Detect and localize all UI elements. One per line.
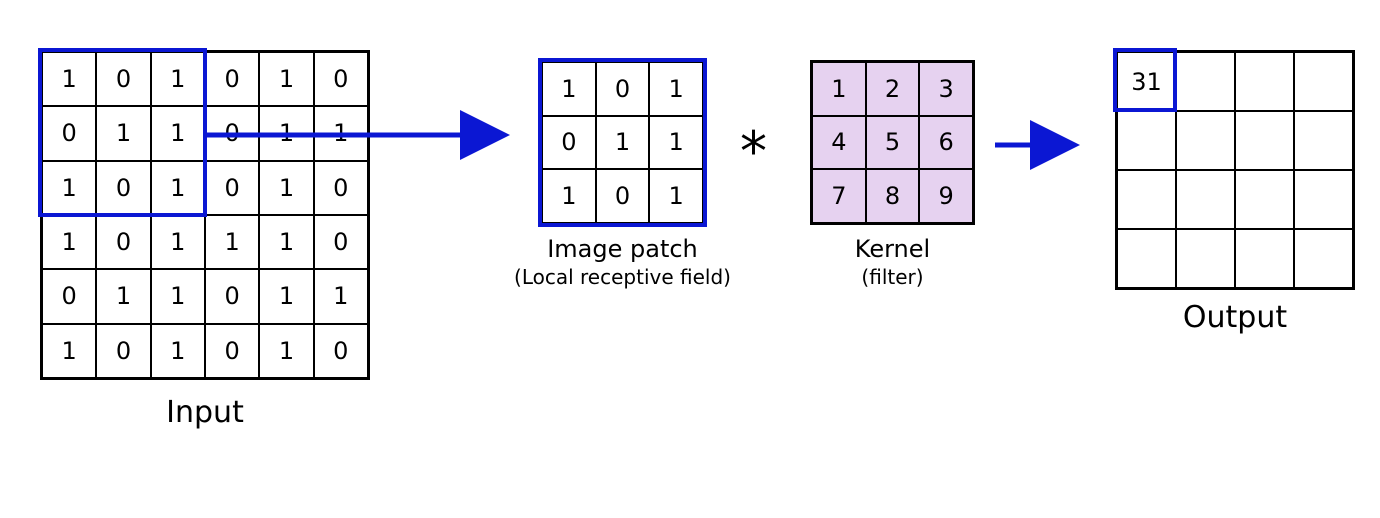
kernel-label-text: Kernel	[855, 235, 930, 263]
patch-cell: 1	[649, 62, 703, 116]
patch-cell: 0	[596, 62, 650, 116]
input-cell: 1	[151, 161, 205, 215]
output-cell	[1235, 170, 1294, 229]
kernel-cell: 4	[812, 116, 866, 170]
patch-cell: 1	[649, 116, 703, 170]
input-cell: 1	[42, 52, 96, 106]
input-cell: 0	[314, 324, 368, 378]
input-cell: 1	[151, 215, 205, 269]
input-cell: 0	[205, 269, 259, 323]
input-cell: 1	[259, 52, 313, 106]
convolution-operator: *	[740, 120, 767, 183]
output-cell	[1176, 229, 1235, 288]
kernel-sublabel: (filter)	[810, 265, 975, 289]
input-cell: 1	[314, 269, 368, 323]
input-grid: 101010011011101010101110011011101010	[40, 50, 370, 380]
input-cell: 0	[96, 52, 150, 106]
input-cell: 0	[42, 269, 96, 323]
image-patch-grid: 101011101	[540, 60, 705, 225]
output-cell	[1117, 111, 1176, 170]
output-cell: 31	[1117, 52, 1176, 111]
image-patch-label-text: Image patch	[547, 235, 698, 263]
input-cell: 1	[259, 215, 313, 269]
input-cell: 1	[259, 324, 313, 378]
output-cell	[1294, 229, 1353, 288]
arrow-kernel-to-output	[995, 130, 1095, 160]
input-cell: 1	[42, 161, 96, 215]
output-label-text: Output	[1183, 300, 1287, 335]
input-cell: 0	[42, 106, 96, 160]
patch-cell: 0	[596, 169, 650, 223]
operator-symbol: *	[740, 120, 767, 183]
output-cell	[1294, 170, 1353, 229]
patch-cell: 1	[542, 169, 596, 223]
input-cell: 1	[151, 269, 205, 323]
kernel-label: Kernel (filter)	[810, 235, 975, 289]
input-cell: 1	[96, 269, 150, 323]
kernel-cell: 9	[919, 169, 973, 223]
input-cell: 1	[205, 215, 259, 269]
input-cell: 0	[205, 161, 259, 215]
kernel-cell: 5	[866, 116, 920, 170]
patch-cell: 1	[649, 169, 703, 223]
kernel-cell: 2	[866, 62, 920, 116]
image-patch-sublabel: (Local receptive field)	[490, 265, 755, 289]
input-cell: 0	[314, 215, 368, 269]
output-cell	[1235, 229, 1294, 288]
output-grid: 31	[1115, 50, 1355, 290]
input-cell: 1	[96, 106, 150, 160]
input-label: Input	[40, 395, 370, 430]
input-cell: 0	[96, 161, 150, 215]
kernel-cell: 8	[866, 169, 920, 223]
input-cell: 0	[205, 324, 259, 378]
input-cell: 1	[42, 215, 96, 269]
arrow-input-to-patch	[205, 120, 525, 150]
kernel-cell: 7	[812, 169, 866, 223]
input-cell: 0	[96, 324, 150, 378]
patch-cell: 0	[542, 116, 596, 170]
kernel-grid: 123456789	[810, 60, 975, 225]
kernel-cell: 3	[919, 62, 973, 116]
patch-cell: 1	[596, 116, 650, 170]
output-cell	[1235, 111, 1294, 170]
convolution-diagram: 101010011011101010101110011011101010 Inp…	[20, 30, 1360, 488]
input-cell: 1	[151, 52, 205, 106]
input-cell: 0	[96, 215, 150, 269]
input-cell: 0	[314, 52, 368, 106]
kernel-cell: 1	[812, 62, 866, 116]
output-cell	[1176, 52, 1235, 111]
output-label: Output	[1115, 300, 1355, 335]
patch-cell: 1	[542, 62, 596, 116]
output-cell	[1117, 170, 1176, 229]
input-cell: 0	[205, 52, 259, 106]
input-cell: 1	[151, 324, 205, 378]
image-patch-label: Image patch (Local receptive field)	[490, 235, 755, 289]
output-cell	[1176, 111, 1235, 170]
output-cell	[1117, 229, 1176, 288]
input-label-text: Input	[166, 395, 244, 430]
input-cell: 0	[314, 161, 368, 215]
output-cell	[1294, 111, 1353, 170]
input-cell: 1	[259, 269, 313, 323]
output-cell	[1294, 52, 1353, 111]
input-cell: 1	[259, 161, 313, 215]
kernel-cell: 6	[919, 116, 973, 170]
output-cell	[1176, 170, 1235, 229]
output-cell	[1235, 52, 1294, 111]
input-cell: 1	[42, 324, 96, 378]
input-cell: 1	[151, 106, 205, 160]
